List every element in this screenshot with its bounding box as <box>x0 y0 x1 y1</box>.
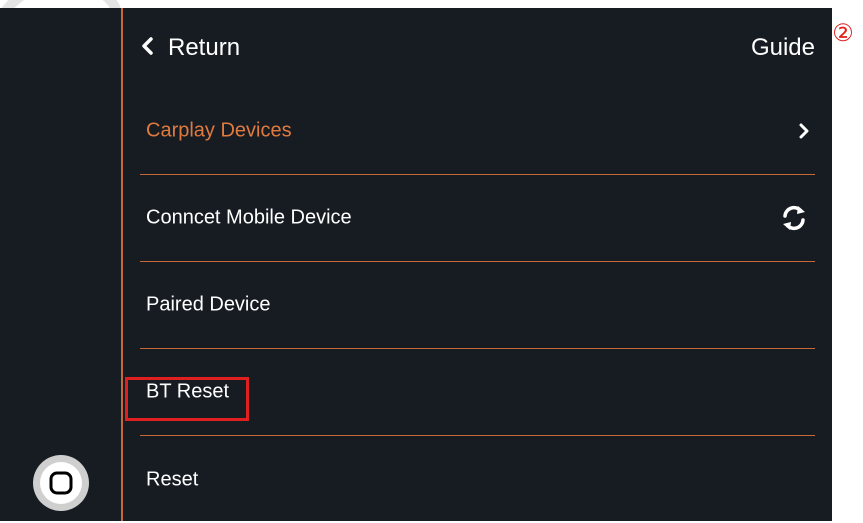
menu-item-reset[interactable]: Reset <box>140 436 815 523</box>
step-marker-label: ② <box>832 19 854 47</box>
refresh-icon[interactable] <box>779 203 809 233</box>
home-icon <box>40 462 82 504</box>
home-button[interactable] <box>33 455 89 511</box>
chevron-left-icon <box>140 34 154 62</box>
sidebar-divider <box>121 8 123 521</box>
menu-item-connect-mobile-device[interactable]: Conncet Mobile Device <box>140 175 815 262</box>
return-button[interactable]: Return <box>140 28 240 68</box>
guide-label: Guide <box>750 34 815 61</box>
menu-item-label: Paired Device <box>146 293 271 316</box>
highlight-annotation-box <box>125 377 249 421</box>
menu-item-label: Conncet Mobile Device <box>146 206 352 229</box>
menu-item-label: Reset <box>146 468 199 490</box>
menu-item-carplay-devices[interactable]: Carplay Devices <box>140 88 815 175</box>
settings-menu: Carplay Devices Conncet Mobile Device Pa… <box>140 88 815 523</box>
guide-button[interactable]: Guide <box>751 28 815 68</box>
return-label: Return <box>168 34 241 61</box>
menu-item-label: Carplay Devices <box>146 119 292 142</box>
step-marker: ② <box>830 19 856 47</box>
chevron-right-icon <box>799 123 809 139</box>
header: Return Guide <box>140 28 815 68</box>
menu-item-paired-device[interactable]: Paired Device <box>140 262 815 349</box>
